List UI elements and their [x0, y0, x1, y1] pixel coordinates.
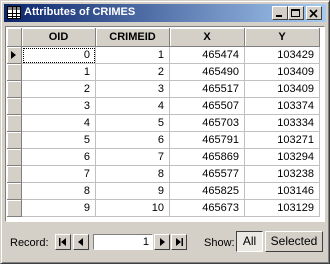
minimize-button[interactable]: [272, 6, 288, 20]
cell-crimeid[interactable]: 1: [95, 46, 170, 64]
show-selected-button[interactable]: Selected: [265, 231, 323, 252]
cell-oid[interactable]: 8: [21, 182, 96, 200]
cell-x[interactable]: 465577: [169, 165, 245, 183]
attribute-table[interactable]: OID CRIMEID X Y 0 1 465474 103429 1 2 46…: [5, 26, 325, 222]
cell-oid[interactable]: 6: [21, 148, 96, 166]
cell-crimeid[interactable]: 9: [95, 182, 170, 200]
first-record-icon: [59, 238, 66, 246]
previous-record-icon: [78, 238, 83, 246]
cell-x[interactable]: 465869: [169, 148, 245, 166]
cell-x[interactable]: 465673: [169, 199, 245, 217]
last-record-icon: [176, 238, 183, 246]
cell-x[interactable]: 465490: [169, 63, 245, 81]
minimize-icon: [276, 15, 282, 17]
cell-y[interactable]: 103429: [244, 46, 320, 64]
table-row[interactable]: 3 4 465507 103374: [7, 97, 320, 115]
record-label: Record:: [10, 237, 49, 249]
cell-y[interactable]: 103146: [244, 182, 320, 200]
table-row[interactable]: 7 8 465577 103238: [7, 165, 320, 183]
show-label: Show:: [204, 237, 235, 249]
table-row[interactable]: 1 2 465490 103409: [7, 63, 320, 81]
previous-record-button[interactable]: [73, 234, 89, 250]
cell-x[interactable]: 465791: [169, 131, 245, 149]
row-selector[interactable]: [7, 63, 22, 81]
title-bar[interactable]: Attributes of CRIMES: [4, 4, 326, 22]
record-number-input[interactable]: 1: [93, 234, 153, 250]
cell-oid[interactable]: 0: [21, 46, 96, 64]
cell-oid[interactable]: 3: [21, 97, 96, 115]
table-icon: [7, 6, 21, 19]
cell-oid[interactable]: 1: [21, 63, 96, 81]
next-record-icon: [160, 238, 165, 246]
cell-y[interactable]: 103374: [244, 97, 320, 115]
cell-crimeid[interactable]: 5: [95, 114, 170, 132]
attributes-window: Attributes of CRIMES OID CRIMEID X Y 0 1…: [0, 0, 330, 264]
column-header-crimeid[interactable]: CRIMEID: [95, 28, 170, 47]
close-icon: [309, 9, 318, 18]
cell-oid[interactable]: 2: [21, 80, 96, 98]
row-selector[interactable]: [7, 114, 22, 132]
cell-y[interactable]: 103238: [244, 165, 320, 183]
cell-crimeid[interactable]: 2: [95, 63, 170, 81]
row-selector[interactable]: [7, 148, 22, 166]
table-row[interactable]: 2 3 465517 103409: [7, 80, 320, 98]
cell-crimeid[interactable]: 8: [95, 165, 170, 183]
cell-oid[interactable]: 7: [21, 165, 96, 183]
close-button[interactable]: [306, 6, 322, 20]
row-selector[interactable]: [7, 80, 22, 98]
next-record-button[interactable]: [154, 234, 170, 250]
cell-y[interactable]: 103271: [244, 131, 320, 149]
record-navigation-bar: Record: 1 Show: All Selected: [5, 227, 325, 259]
row-selector[interactable]: [7, 46, 22, 64]
table-row[interactable]: 0 1 465474 103429: [7, 46, 320, 64]
column-header-x[interactable]: X: [169, 28, 245, 47]
column-header-y[interactable]: Y: [244, 28, 320, 47]
first-record-button[interactable]: [55, 234, 71, 250]
maximize-button[interactable]: [288, 6, 304, 20]
cell-crimeid[interactable]: 7: [95, 148, 170, 166]
show-all-button[interactable]: All: [236, 231, 263, 252]
attribute-grid: OID CRIMEID X Y 0 1 465474 103429 1 2 46…: [7, 28, 320, 217]
current-row-arrow-icon: [11, 51, 16, 59]
row-selector[interactable]: [7, 165, 22, 183]
table-row[interactable]: 8 9 465825 103146: [7, 182, 320, 200]
table-row[interactable]: 4 5 465703 103334: [7, 114, 320, 132]
cell-y[interactable]: 103294: [244, 148, 320, 166]
column-header-oid[interactable]: OID: [21, 28, 96, 47]
cell-oid[interactable]: 9: [21, 199, 96, 217]
cell-x[interactable]: 465474: [169, 46, 245, 64]
row-selector[interactable]: [7, 131, 22, 149]
window-title: Attributes of CRIMES: [24, 6, 136, 18]
row-selector[interactable]: [7, 182, 22, 200]
cell-crimeid[interactable]: 10: [95, 199, 170, 217]
maximize-icon: [291, 9, 300, 17]
header-row: OID CRIMEID X Y: [7, 28, 320, 47]
cell-crimeid[interactable]: 4: [95, 97, 170, 115]
cell-y[interactable]: 103409: [244, 63, 320, 81]
table-row[interactable]: 9 10 465673 103129: [7, 199, 320, 217]
last-record-button[interactable]: [171, 234, 187, 250]
cell-y[interactable]: 103129: [244, 199, 320, 217]
cell-y[interactable]: 103409: [244, 80, 320, 98]
cell-crimeid[interactable]: 6: [95, 131, 170, 149]
cell-x[interactable]: 465825: [169, 182, 245, 200]
row-selector[interactable]: [7, 199, 22, 217]
cell-y[interactable]: 103334: [244, 114, 320, 132]
cell-oid[interactable]: 5: [21, 131, 96, 149]
cell-x[interactable]: 465507: [169, 97, 245, 115]
row-selector[interactable]: [7, 97, 22, 115]
cell-oid[interactable]: 4: [21, 114, 96, 132]
select-all-corner[interactable]: [7, 28, 22, 47]
table-row[interactable]: 6 7 465869 103294: [7, 148, 320, 166]
cell-crimeid[interactable]: 3: [95, 80, 170, 98]
cell-x[interactable]: 465703: [169, 114, 245, 132]
table-row[interactable]: 5 6 465791 103271: [7, 131, 320, 149]
cell-x[interactable]: 465517: [169, 80, 245, 98]
